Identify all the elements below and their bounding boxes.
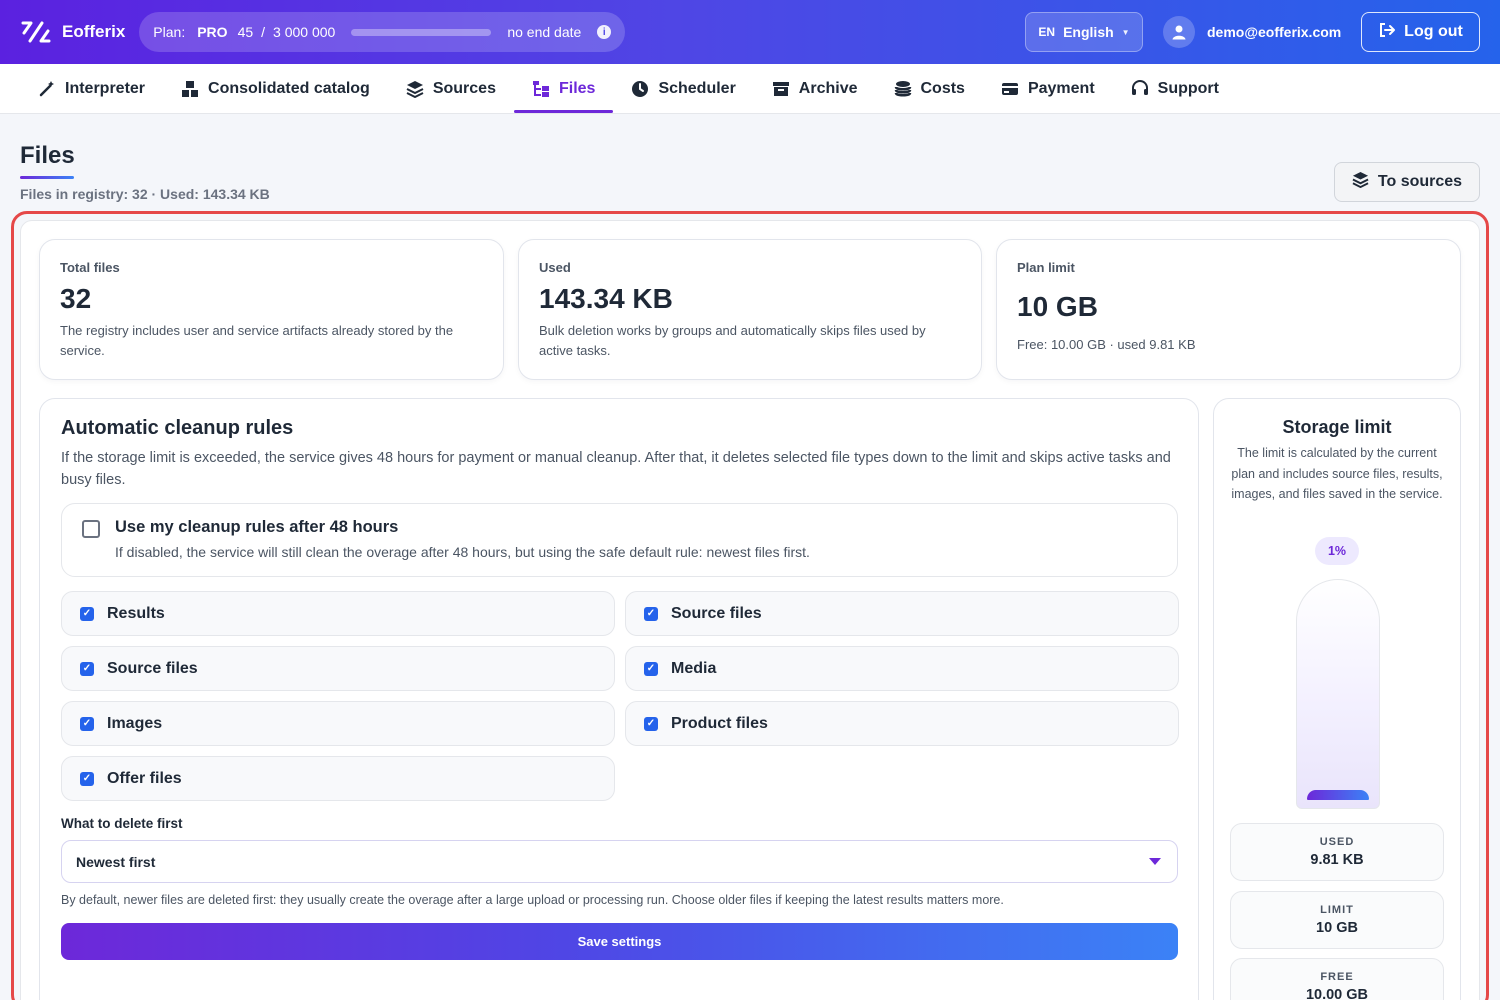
plan-usage-bar xyxy=(351,28,492,36)
to-sources-button[interactable]: To sources xyxy=(1334,162,1480,202)
headset-icon xyxy=(1131,79,1149,98)
clock-icon xyxy=(631,80,649,98)
magic-wand-icon xyxy=(38,80,56,98)
tab-files[interactable]: Files xyxy=(513,64,614,113)
logout-label: Log out xyxy=(1404,23,1463,40)
plan-end: no end date xyxy=(507,24,582,40)
user-avatar-icon xyxy=(1163,16,1195,48)
folder-tree-icon xyxy=(532,80,550,98)
logout-icon xyxy=(1378,22,1396,43)
credit-card-icon xyxy=(1001,80,1019,98)
tab-support[interactable]: Support xyxy=(1113,64,1237,113)
coins-icon xyxy=(894,80,912,98)
title-underline xyxy=(20,176,74,179)
layers-icon xyxy=(1352,171,1369,193)
language-code: EN xyxy=(1038,25,1056,39)
plan-used: 45 xyxy=(237,24,254,40)
tab-label: Support xyxy=(1157,79,1219,97)
language-name: English xyxy=(1063,24,1114,40)
tab-label: Sources xyxy=(432,79,496,97)
language-selector[interactable]: EN English ▼ xyxy=(1025,12,1143,52)
tab-label: Interpreter xyxy=(65,79,146,97)
archive-icon xyxy=(772,80,790,98)
app-name: Eofferix xyxy=(62,22,126,41)
user-email: demo@eofferix.com xyxy=(1207,24,1342,40)
chevron-down-icon: ▼ xyxy=(1121,27,1130,37)
tab-scheduler[interactable]: Scheduler xyxy=(613,64,753,113)
tab-interpreter[interactable]: Interpreter xyxy=(20,64,163,113)
tab-payment[interactable]: Payment xyxy=(983,64,1113,113)
tab-label: Archive xyxy=(798,79,858,97)
tab-sources[interactable]: Sources xyxy=(388,64,514,113)
tab-label: Costs xyxy=(920,79,965,97)
plan-separator: / xyxy=(261,24,266,40)
tab-label: Scheduler xyxy=(658,79,736,97)
plan-limit: 3 000 000 xyxy=(273,24,336,40)
tab-costs[interactable]: Costs xyxy=(876,64,983,113)
tab-label: Files xyxy=(558,79,596,97)
main-nav: Interpreter Consolidated catalog Sources… xyxy=(0,64,1500,114)
user-menu[interactable]: demo@eofferix.com xyxy=(1163,16,1341,48)
to-sources-label: To sources xyxy=(1377,173,1463,190)
page-title: Files xyxy=(20,142,75,169)
info-icon[interactable]: i xyxy=(597,25,612,39)
plan-label: Plan: xyxy=(153,24,186,40)
plan-pill[interactable]: Plan: PRO 45 / 3 000 000 no end date i xyxy=(139,12,626,52)
plan-tier: PRO xyxy=(197,24,228,40)
layers-icon xyxy=(406,80,424,98)
top-bar: Eofferix Plan: PRO 45 / 3 000 000 no end… xyxy=(0,0,1500,64)
boxes-icon xyxy=(181,80,199,98)
tab-label: Consolidated catalog xyxy=(208,79,370,97)
highlight-frame xyxy=(11,211,1489,1000)
tab-label: Payment xyxy=(1027,79,1095,97)
tab-archive[interactable]: Archive xyxy=(754,64,876,113)
page-subtitle: Files in registry: 32 · Used: 143.34 KB xyxy=(20,186,270,202)
logout-button[interactable]: Log out xyxy=(1361,12,1480,52)
tab-consolidated-catalog[interactable]: Consolidated catalog xyxy=(163,64,388,113)
brand[interactable]: Eofferix xyxy=(20,16,125,48)
logo-icon xyxy=(20,16,52,48)
